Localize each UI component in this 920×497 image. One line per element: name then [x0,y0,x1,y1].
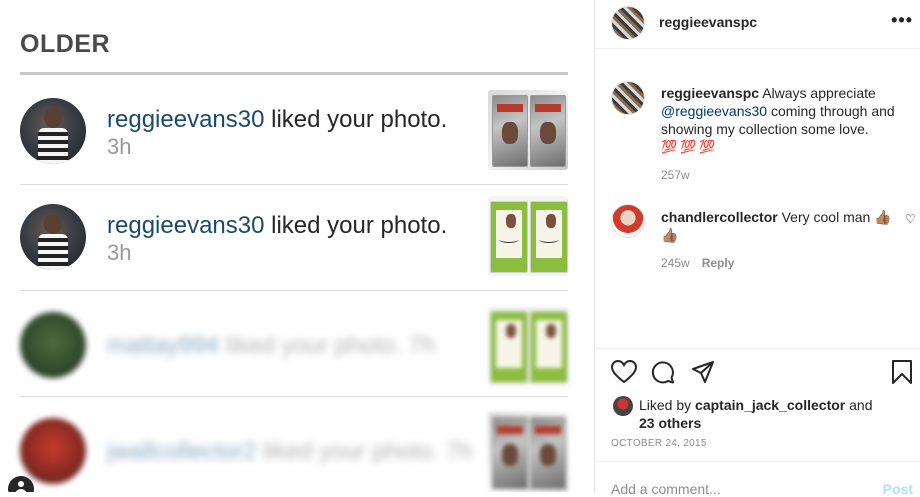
caption-username[interactable]: reggieevanspc [661,85,759,101]
notification-time: 3h [107,134,132,159]
likes-suffix: and [849,397,873,413]
avatar[interactable] [613,396,633,416]
avatar[interactable] [20,418,86,484]
likes-user[interactable]: captain_jack_collector [695,397,845,413]
comment-meta: 245w Reply [661,256,734,270]
comment-icon[interactable] [651,360,675,384]
more-horizontal-icon[interactable]: ••• [891,10,913,31]
post-header: reggieevanspc ••• [595,0,920,49]
avatar[interactable] [20,204,86,270]
comment-username[interactable]: chandlercollector [661,209,778,225]
notification-username[interactable]: mattay994 [107,332,219,359]
likes-prefix: Liked by [639,397,692,413]
add-comment-input[interactable]: Add a comment... [611,481,721,497]
heart-icon[interactable]: ♡ [905,212,916,226]
likes-others[interactable]: 23 others [639,415,701,431]
notification-text: reggieevans30 liked your photo. [107,106,447,134]
notification-time: 3h [107,240,132,265]
avatar[interactable] [611,204,645,238]
header-username[interactable]: reggieevanspc [659,14,757,30]
avatar[interactable] [611,81,645,115]
notification-action: liked your photo. [225,332,402,359]
likes-summary: Liked by captain_jack_collector and 23 o… [639,396,889,432]
divider [595,461,920,462]
notification-username[interactable]: reggieevans30 [107,212,264,239]
notification-action: liked your photo. [263,438,440,465]
post-panel: reggieevanspc ••• reggieevanspc Always a… [594,0,920,497]
avatar[interactable] [611,6,645,40]
section-title: OLDER [20,30,110,58]
caption-mention[interactable]: @reggieevans30 [661,103,767,119]
notification-item[interactable]: jwallcollector2 liked your photo. 7h [20,396,568,492]
photo-thumbnail[interactable] [488,90,568,170]
comment: chandlercollector Very cool man 👍🏽 👍🏽 [661,208,905,244]
hundred-emoji: 💯💯💯 [661,139,719,154]
notification-text: reggieevans30 liked your photo. [107,212,447,240]
notification-text: mattay994 liked your photo. 7h [107,332,435,360]
notification-time: 7h [445,438,473,465]
heart-icon[interactable] [611,360,637,384]
notification-username[interactable]: reggieevans30 [107,106,264,133]
divider [595,348,920,349]
post-date: OCTOBER 24, 2015 [611,438,707,449]
reply-button[interactable]: Reply [702,256,735,270]
photo-thumbnail[interactable] [488,412,568,492]
notification-username[interactable]: jwallcollector2 [107,438,256,465]
notification-item[interactable]: reggieevans30 liked your photo. 3h [20,78,568,185]
post-button[interactable]: Post [883,481,913,497]
photo-thumbnail[interactable] [488,196,568,276]
notification-text: jwallcollector2 liked your photo. 7h [107,438,473,466]
comment-age: 245w [661,256,690,270]
notification-time: 7h [408,332,436,359]
caption-text: Always appreciate [762,85,876,101]
notification-action: liked your photo. [271,106,448,133]
avatar[interactable] [20,98,86,164]
share-icon[interactable] [691,360,715,384]
photo-thumbnail[interactable] [488,306,568,386]
bookmark-icon[interactable] [891,360,913,384]
notifications-panel: OLDER reggieevans30 liked your photo. 3h… [0,0,594,492]
avatar[interactable] [20,312,86,378]
section-divider [20,72,568,75]
notification-item[interactable]: mattay994 liked your photo. 7h [20,290,568,397]
notification-item[interactable]: reggieevans30 liked your photo. 3h [20,184,568,291]
post-caption: reggieevanspc Always appreciate @reggiee… [661,84,905,156]
caption-age: 257w [661,168,690,182]
notification-action: liked your photo. [271,212,448,239]
